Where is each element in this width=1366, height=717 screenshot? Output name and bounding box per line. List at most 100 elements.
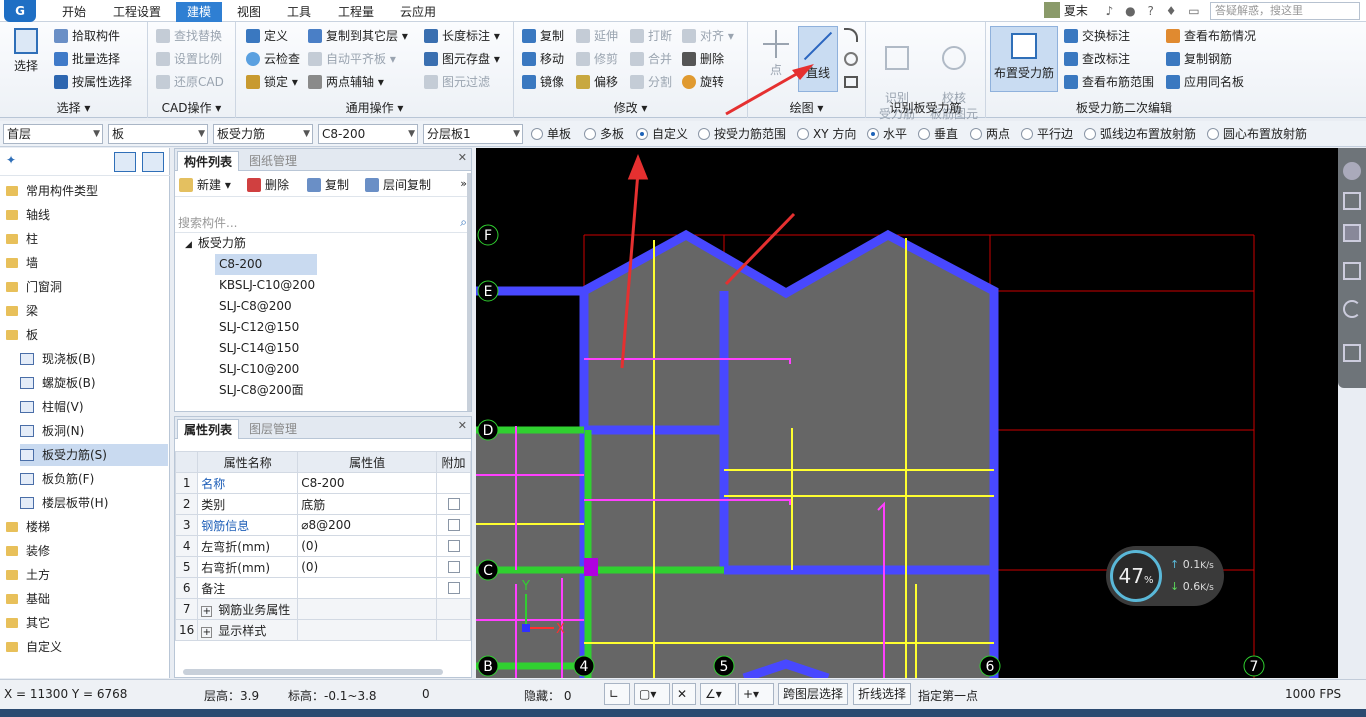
- grid-view-icon[interactable]: [142, 152, 164, 172]
- offset-input-button[interactable]: +▾: [738, 683, 774, 705]
- property-extra[interactable]: [436, 472, 471, 494]
- group-label-cad[interactable]: CAD操作 ▾: [148, 99, 235, 116]
- set-scale-button[interactable]: 设置比例: [156, 49, 222, 69]
- close-icon[interactable]: ✕: [458, 151, 467, 164]
- tree-folder[interactable]: 装修: [6, 540, 50, 562]
- property-extra[interactable]: [436, 556, 471, 578]
- app-logo-icon[interactable]: G: [4, 0, 36, 22]
- extra-checkbox[interactable]: [447, 519, 460, 531]
- rotate-button[interactable]: 旋转: [682, 72, 724, 92]
- property-row[interactable]: 5 右弯折(mm) (0): [174, 556, 471, 578]
- mirror-button[interactable]: 镜像: [522, 72, 564, 92]
- tree-item[interactable]: 柱帽(V): [20, 396, 84, 418]
- tree-item[interactable]: 板负筋(F): [20, 468, 94, 490]
- rotate-view-icon[interactable]: [1343, 300, 1361, 318]
- tree-item[interactable]: 板洞(N): [20, 420, 84, 442]
- view-top-icon[interactable]: [1343, 224, 1361, 242]
- auto-align-slab-button[interactable]: 自动平齐板 ▾: [308, 49, 396, 69]
- radio-horizontal[interactable]: 水平: [867, 125, 907, 143]
- radio-parallel-edge[interactable]: 平行边: [1021, 125, 1073, 143]
- help-icon[interactable]: ?: [1147, 4, 1153, 18]
- radio-custom[interactable]: 自定义: [636, 125, 688, 143]
- rectangle-icon[interactable]: [844, 76, 858, 88]
- floor-select[interactable]: 首层 ▼: [3, 124, 103, 144]
- minimize-icon[interactable]: ▭: [1188, 4, 1199, 18]
- property-extra[interactable]: [436, 619, 471, 641]
- snap-button[interactable]: ▢▾: [634, 683, 670, 705]
- layer-slab-select[interactable]: 分层板1 ▼: [423, 124, 523, 144]
- radio-xy-direction[interactable]: XY 方向: [797, 125, 856, 143]
- tree-item[interactable]: 楼层板带(H): [20, 492, 108, 514]
- component-list-item[interactable]: SLJ-C14@150: [215, 338, 303, 359]
- align-button[interactable]: 对齐 ▾: [682, 26, 734, 46]
- property-value[interactable]: (0): [297, 556, 438, 578]
- tree-item[interactable]: 现浇板(B): [20, 348, 96, 370]
- extra-checkbox[interactable]: [447, 540, 460, 552]
- two-point-axis-button[interactable]: 两点辅轴 ▾: [308, 72, 384, 92]
- radio-vertical[interactable]: 垂直: [918, 125, 958, 143]
- property-value[interactable]: [297, 619, 438, 641]
- sparkle-icon[interactable]: ✦: [6, 153, 16, 167]
- place-rebar-button[interactable]: 布置受力筋: [990, 26, 1058, 92]
- component-list-item[interactable]: SLJ-C12@150: [215, 317, 303, 338]
- polyline-select-button[interactable]: 折线选择: [853, 683, 912, 705]
- cross-button[interactable]: ✕: [672, 683, 696, 705]
- find-replace-button[interactable]: 查找替换: [156, 26, 222, 46]
- draw-point-button[interactable]: 点: [758, 30, 794, 78]
- tab-cloud[interactable]: 云应用: [392, 2, 444, 22]
- slab-region[interactable]: [584, 233, 994, 678]
- property-extra[interactable]: [436, 514, 471, 536]
- tree-folder[interactable]: 基础: [6, 588, 50, 610]
- move-button[interactable]: 移动: [522, 49, 564, 69]
- radio-center-radial[interactable]: 圆心布置放射筋: [1207, 125, 1307, 143]
- tree-folder[interactable]: 门窗洞: [6, 276, 62, 298]
- category-select[interactable]: 板 ▼: [108, 124, 208, 144]
- apply-same-slab-button[interactable]: 应用同名板: [1166, 72, 1244, 92]
- component-list-item[interactable]: SLJ-C8@200面: [215, 380, 308, 401]
- expand-icon[interactable]: +: [201, 605, 213, 617]
- property-row[interactable]: 6 备注: [174, 577, 471, 599]
- type-select[interactable]: 板受力筋 ▼: [213, 124, 313, 144]
- pick-component-button[interactable]: 拾取构件: [54, 26, 120, 46]
- property-value[interactable]: 底筋: [297, 493, 438, 515]
- copy-to-floor-button[interactable]: 复制到其它层 ▾: [308, 26, 408, 46]
- radio-by-rebar-range[interactable]: 按受力筋范围: [698, 125, 786, 143]
- angle-button[interactable]: ∠▾: [700, 683, 736, 705]
- scrollbar[interactable]: [467, 173, 471, 411]
- tab-layer-management[interactable]: 图层管理: [243, 419, 303, 439]
- tab-start[interactable]: 开始: [52, 2, 96, 22]
- component-list-item[interactable]: KBSLJ-C10@200: [215, 275, 319, 296]
- tree-folder[interactable]: 土方: [6, 564, 50, 586]
- component-list-item[interactable]: SLJ-C8@200: [215, 296, 296, 317]
- property-row[interactable]: 1 名称 C8-200: [174, 472, 471, 494]
- extra-checkbox[interactable]: [447, 582, 460, 594]
- property-value[interactable]: [297, 598, 438, 620]
- tab-project-settings[interactable]: 工程设置: [108, 2, 166, 22]
- help-search-input[interactable]: 答疑解惑，搜这里: [1210, 2, 1360, 20]
- radio-single-slab[interactable]: 单板: [531, 125, 571, 143]
- extra-checkbox[interactable]: [447, 498, 460, 510]
- property-extra[interactable]: [436, 598, 471, 620]
- save-element-button[interactable]: 图元存盘 ▾: [424, 49, 500, 69]
- group-label-common[interactable]: 通用操作 ▾: [236, 99, 513, 116]
- restore-cad-button[interactable]: 还原CAD: [156, 72, 224, 92]
- tree-folder[interactable]: 柱: [6, 228, 38, 250]
- tree-item[interactable]: 螺旋板(B): [20, 372, 96, 394]
- tab-modeling[interactable]: 建模: [176, 2, 222, 22]
- cloud-check-button[interactable]: 云检查: [246, 49, 300, 69]
- lock-button[interactable]: 锁定 ▾: [246, 72, 298, 92]
- circle-icon[interactable]: [844, 52, 858, 66]
- select-by-property-button[interactable]: 按属性选择: [54, 72, 132, 92]
- view-iso-icon[interactable]: [1343, 262, 1361, 280]
- tree-folder[interactable]: 其它: [6, 612, 50, 634]
- property-row[interactable]: 16 + 显示样式: [174, 619, 471, 641]
- layout-icon[interactable]: [1343, 344, 1361, 362]
- radio-arc-radial[interactable]: 弧线边布置放射筋: [1084, 125, 1196, 143]
- expand-icon[interactable]: +: [201, 626, 213, 638]
- property-row[interactable]: 2 类别 底筋: [174, 493, 471, 515]
- component-select[interactable]: C8-200 ▼: [318, 124, 418, 144]
- arc-icon[interactable]: [844, 28, 858, 42]
- property-value[interactable]: (0): [297, 535, 438, 557]
- copy-rebar-button[interactable]: 复制钢筋: [1166, 49, 1232, 69]
- tab-quantity[interactable]: 工程量: [330, 2, 382, 22]
